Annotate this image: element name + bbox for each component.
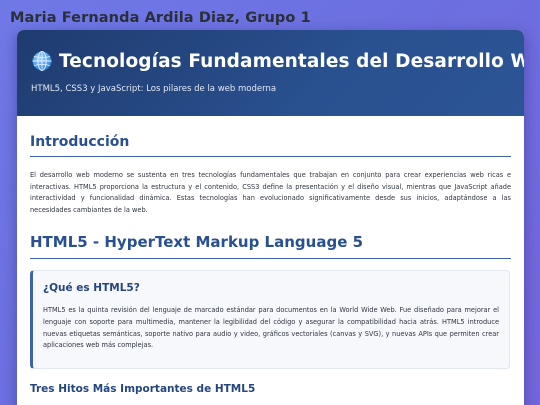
page-subtitle: HTML5, CSS3 y JavaScript: Los pilares de… (31, 84, 277, 94)
html5-heading: HTML5 - HyperText Markup Language 5 (30, 233, 511, 260)
info-box-paragraph: HTML5 es la quinta revisión del lenguaje… (43, 306, 499, 350)
info-box-heading: ¿Qué es HTML5? (43, 282, 140, 295)
intro-heading: Introducción (30, 134, 511, 157)
author-label: Maria Fernanda Ardila Diaz, Grupo 1 (10, 10, 311, 26)
page-header: Tecnologías Fundamentales del Desarrollo… (17, 30, 524, 116)
main-content: Introducción El desarrollo web moderno s… (17, 116, 524, 405)
milestones-heading: Tres Hitos Más Importantes de HTML5 (30, 383, 256, 396)
document-card: Tecnologías Fundamentales del Desarrollo… (17, 30, 524, 405)
page-title: Tecnologías Fundamentales del Desarrollo… (59, 50, 524, 72)
globe-icon (31, 50, 53, 72)
intro-paragraph: El desarrollo web moderno se sustenta en… (30, 171, 511, 214)
title-row: Tecnologías Fundamentales del Desarrollo… (31, 50, 524, 72)
html5-info-box: ¿Qué es HTML5? HTML5 es la quinta revisi… (30, 270, 510, 370)
